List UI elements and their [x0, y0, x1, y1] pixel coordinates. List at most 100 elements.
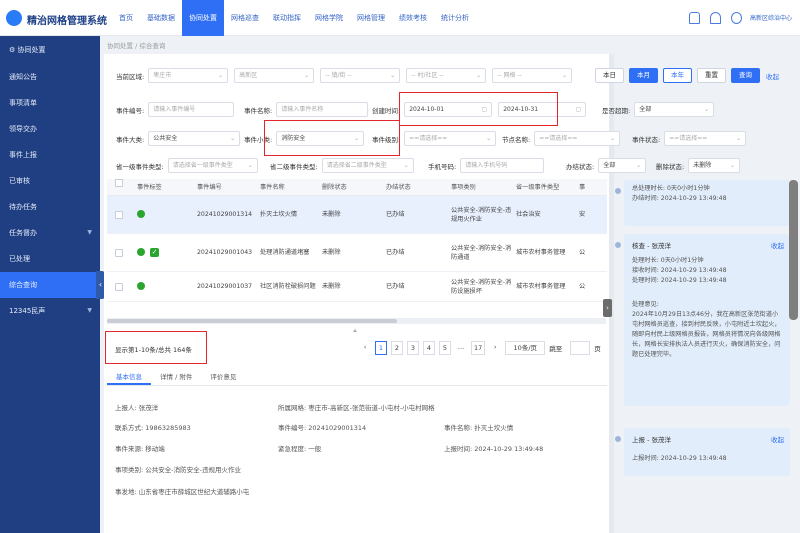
sidebar-item-todo[interactable]: 待办任务 — [0, 194, 100, 220]
reset-button[interactable]: 重置 — [697, 68, 726, 83]
next-page-icon[interactable]: › — [489, 341, 502, 355]
region-village-select[interactable]: -- 村/社区 -- ⌄ — [406, 68, 487, 83]
sidebar-item-query[interactable]: 综合查询 — [0, 272, 100, 298]
prov1-type-select[interactable]: 请选择省一级事件类型 ⌄ — [167, 158, 258, 173]
chevron-down-icon: ⌄ — [304, 72, 310, 79]
nav-performance[interactable]: 绩效考核 — [392, 0, 434, 36]
timeline-dot — [615, 242, 621, 248]
check-tag-icon: ✓ — [150, 247, 159, 257]
minor-category-select[interactable]: 消防安全 ⌄ — [276, 131, 365, 146]
page-2[interactable]: 2 — [391, 341, 403, 355]
tab-evaluation[interactable]: 评价意见 — [201, 370, 245, 385]
nav-command[interactable]: 联动指挥 — [266, 0, 308, 36]
timeline-panel: 总处理时长: 0天0小时1分钟 办结时间: 2024-10-29 13:49:4… — [614, 166, 790, 533]
tab-basic-info[interactable]: 基本信息 — [107, 370, 151, 385]
sidebar-item-reviewed[interactable]: 已审核 — [0, 168, 100, 194]
chevron-down-icon: ⌄ — [704, 106, 710, 113]
sidebar: ⚙ 协同处置 通知公告 事项清单 领导交办 事件上报 已审核 待办任务 任务督办… — [0, 36, 100, 533]
nav-grid-manage[interactable]: 网格管理 — [350, 0, 392, 36]
horizontal-scrollbar[interactable] — [107, 318, 606, 324]
chevron-down-icon: ⌄ — [610, 135, 616, 142]
event-no-input[interactable]: 请输入事件编号 — [148, 102, 235, 117]
status-select[interactable]: ==请选择== ⌄ — [664, 131, 747, 146]
user-name[interactable]: 高新区综治中心 — [750, 13, 792, 22]
row-checkbox[interactable] — [115, 248, 123, 257]
table-row[interactable]: 20241029001314 扑灭土坎火情 未删除 已办结 公共安全-消防安全-… — [107, 196, 607, 234]
sidebar-item-report[interactable]: 事件上报 — [0, 142, 100, 168]
year-button[interactable]: 本年 — [663, 68, 692, 83]
nav-academy[interactable]: 网格学院 — [308, 0, 350, 36]
filter-prov2: 省二级事件类型: 请选择省二级事件类型 ⌄ — [270, 158, 414, 173]
today-button[interactable]: 本日 — [595, 68, 624, 83]
sidebar-header[interactable]: ⚙ 协同处置 — [0, 36, 100, 64]
region-row: 当前区域: 枣庄市 ⌄ 高新区 ⌄ -- 镇/街 -- ⌄ -- 村/社区 -- ⌄ -… — [116, 68, 573, 83]
query-button[interactable]: 查询 — [731, 68, 760, 83]
chevron-down-icon: ⌄ — [230, 135, 236, 142]
tab-details[interactable]: 详情 / 附件 — [151, 370, 201, 385]
event-name-input[interactable]: 请输入事件名称 — [276, 102, 369, 117]
scroll-thumb[interactable] — [107, 319, 397, 323]
chevron-down-icon: ⌄ — [354, 135, 360, 142]
nav-basic-data[interactable]: 基础数据 — [140, 0, 182, 36]
sidebar-item-supervise[interactable]: 任务督办 ▼ — [0, 220, 100, 246]
table-row[interactable]: ✓ 20241029001043 处理消防通道堵塞 未删除 已办结 公共安全-消… — [107, 234, 607, 272]
filter-overdue: 是否超期: 全部 ⌄ — [602, 102, 715, 117]
row-checkbox[interactable] — [115, 282, 123, 291]
prev-page-icon[interactable]: ‹ — [359, 341, 371, 355]
page-size-select[interactable]: 10条/页 — [505, 341, 546, 355]
user-icon[interactable] — [731, 12, 742, 24]
bell-icon[interactable] — [710, 12, 721, 24]
page-3[interactable]: 3 — [407, 341, 419, 355]
breadcrumb: 协同处置 / 综合查询 — [107, 42, 166, 50]
chevron-down-icon: ⌄ — [486, 135, 492, 142]
date-from-input[interactable]: 2024-10-01 ▢ — [404, 102, 493, 117]
sidebar-item-leader-assign[interactable]: 领导交办 — [0, 116, 100, 142]
floating-widget-scrollbar[interactable] — [789, 180, 798, 320]
prov2-type-select[interactable]: 请选择省二级事件类型 ⌄ — [321, 158, 414, 173]
region-grid-select[interactable]: -- 网格 -- ⌄ — [492, 68, 573, 83]
drag-handle-icon[interactable]: ⩡ — [353, 327, 357, 336]
phone: 联系方式: 19863285983 — [115, 424, 191, 432]
month-button[interactable]: 本月 — [629, 68, 658, 83]
collapse-toggle[interactable]: 收起 — [771, 434, 784, 444]
table-header: 事件标签 事件编号 事件名称 删除状态 办结状态 事项类别 省一级事件类型 事 — [107, 179, 607, 196]
level-select[interactable]: ==请选择== ⌄ — [404, 131, 497, 146]
filter-status: 事件状态: ==请选择== ⌄ — [632, 131, 747, 146]
date-to-input[interactable]: 2024-10-31 ▢ — [498, 102, 587, 117]
sidebar-item-event-list[interactable]: 事项清单 — [0, 90, 100, 116]
page-ellipsis[interactable]: … — [455, 341, 467, 355]
nav-statistics[interactable]: 统计分析 — [434, 0, 476, 36]
home-icon[interactable] — [689, 12, 700, 24]
major-category-select[interactable]: 公共安全 ⌄ — [148, 131, 241, 146]
sidebar-item-notices[interactable]: 通知公告 — [0, 64, 100, 90]
filter-minor: 事件小类: 消防安全 ⌄ — [244, 131, 365, 146]
nav-coordination[interactable]: 协同处置 — [182, 0, 224, 36]
nav-home[interactable]: 首页 — [112, 0, 140, 36]
sidebar-item-12345[interactable]: 12345民声 ▼ — [0, 298, 100, 324]
page-1[interactable]: 1 — [375, 341, 387, 355]
table-row[interactable]: 20241029001037 社区消防栓破损问题 未删除 已办结 公共安全-消防… — [107, 272, 607, 302]
pagination: ‹ 1 2 3 4 5 … 17 › 10条/页 跳至 页 — [359, 341, 605, 355]
page-17[interactable]: 17 — [471, 341, 486, 355]
node-select[interactable]: ==请选择== ⌄ — [534, 131, 621, 146]
region-district-select[interactable]: 高新区 ⌄ — [234, 68, 315, 83]
region-city-select[interactable]: 枣庄市 ⌄ — [148, 68, 229, 83]
action-buttons: 本日 本月 本年 重置 查询 收起 — [590, 68, 779, 83]
sidebar-item-processed[interactable]: 已处理 — [0, 246, 100, 272]
overdue-select[interactable]: 全部 ⌄ — [634, 102, 715, 117]
collapse-filters-link[interactable]: 收起 — [766, 71, 779, 81]
page-4[interactable]: 4 — [423, 341, 435, 355]
row-checkbox[interactable] — [115, 210, 123, 219]
filter-major: 事件大类: 公共安全 ⌄ — [116, 131, 241, 146]
goto-page-input[interactable] — [570, 341, 591, 355]
nav-patrol[interactable]: 网格巡查 — [224, 0, 266, 36]
page-5[interactable]: 5 — [439, 341, 451, 355]
chevron-down-icon: ▼ — [87, 307, 92, 314]
grid: 所属网格: 枣庄市-高新区-张范街道-小屯村-小屯村网格 — [278, 404, 435, 412]
select-all-checkbox[interactable] — [115, 179, 123, 187]
phone-input[interactable]: 请输入手机号码 — [460, 158, 545, 173]
collapse-toggle[interactable]: 收起 — [771, 240, 784, 250]
region-town-select[interactable]: -- 镇/街 -- ⌄ — [320, 68, 401, 83]
status-dot-icon — [137, 248, 145, 257]
chevron-right-icon[interactable]: › — [603, 299, 612, 317]
